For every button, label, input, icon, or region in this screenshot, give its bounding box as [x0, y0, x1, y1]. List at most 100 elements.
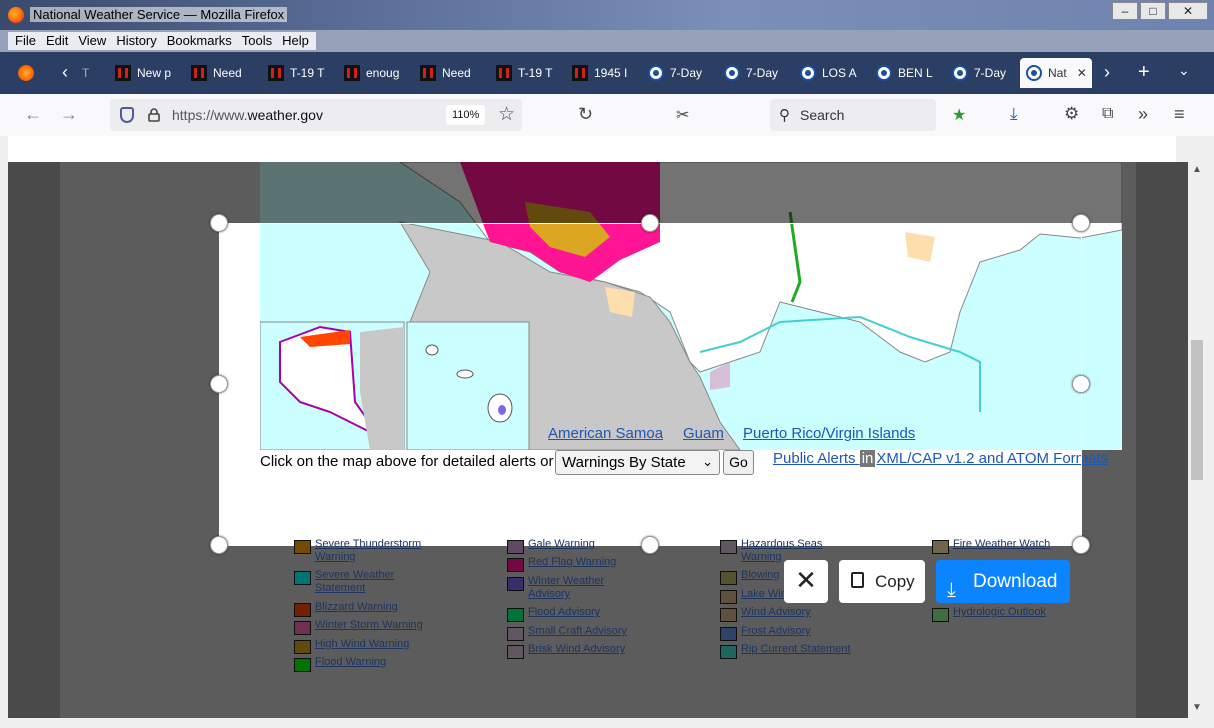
- menu-bookmarks[interactable]: Bookmarks: [162, 32, 237, 50]
- overflow-chevrons-icon[interactable]: »: [1138, 104, 1148, 125]
- screenshot-selection-box[interactable]: [219, 223, 1082, 546]
- tab-label: T-19 T: [290, 66, 325, 80]
- firefox-window: National Weather Service — Mozilla Firef…: [0, 0, 1214, 728]
- nws-favicon-icon: [952, 65, 968, 81]
- resize-handle-top-left[interactable]: [210, 214, 228, 232]
- legend-item[interactable]: Flood Warning: [294, 656, 435, 672]
- tab-item[interactable]: T: [82, 58, 100, 88]
- tab-label: 7-Day: [670, 66, 703, 80]
- window-close-button[interactable]: ✕: [1168, 2, 1208, 20]
- tab-item[interactable]: 7-Day: [648, 58, 708, 88]
- firefox-view-icon[interactable]: [18, 64, 34, 82]
- tab-item[interactable]: T-19 T: [496, 58, 556, 88]
- scrollbar-thumb[interactable]: [1191, 340, 1203, 480]
- tab-bar: ‹ T New p Need T-19 T enoug Need T-19 T …: [0, 52, 1214, 94]
- url-bar[interactable]: https://www.weather.gov 110% ☆: [110, 99, 522, 131]
- extensions-puzzle-icon[interactable]: ⧉: [1102, 105, 1113, 123]
- tab-item[interactable]: BEN L: [876, 58, 936, 88]
- legend-swatch: [507, 577, 524, 591]
- tab-item[interactable]: 7-Day: [724, 58, 784, 88]
- hamburger-menu-icon[interactable]: ≡: [1174, 104, 1185, 125]
- lock-icon[interactable]: [148, 108, 160, 122]
- menu-view[interactable]: View: [73, 32, 111, 50]
- forward-icon[interactable]: →: [60, 104, 78, 125]
- menu-help[interactable]: Help: [277, 32, 314, 50]
- nws-favicon-icon: [724, 65, 740, 81]
- legend-item[interactable]: Brisk Wind Advisory: [507, 643, 648, 659]
- legend-item[interactable]: Blizzard Warning: [294, 601, 435, 617]
- tab-item-active[interactable]: Nat ✕: [1020, 58, 1092, 88]
- resize-handle-top[interactable]: [641, 214, 659, 232]
- menu-tools[interactable]: Tools: [237, 32, 277, 50]
- legend-item[interactable]: Severe Thunderstorm Warning: [294, 538, 435, 564]
- minimize-button[interactable]: –: [1112, 2, 1138, 20]
- search-bar[interactable]: ⚲ Search: [770, 99, 936, 131]
- vertical-scrollbar[interactable]: ▲ ▼: [1188, 162, 1206, 718]
- bookmark-star-icon[interactable]: ☆: [498, 103, 515, 126]
- copy-label: Copy: [875, 572, 915, 591]
- tab-item[interactable]: Need: [420, 58, 480, 88]
- nws-favicon-icon: [876, 65, 892, 81]
- resize-handle-left[interactable]: [210, 375, 228, 393]
- extension-star-icon[interactable]: ★: [952, 105, 966, 125]
- legend-item[interactable]: Fire Weather Watch: [932, 538, 1073, 554]
- tab-scroll-left-icon[interactable]: ‹: [62, 62, 68, 83]
- tab-scroll-right-icon[interactable]: ›: [1104, 62, 1110, 83]
- legend-swatch: [720, 627, 737, 641]
- scroll-down-icon[interactable]: ▼: [1192, 702, 1202, 713]
- list-tabs-icon[interactable]: ⌄: [1178, 62, 1190, 79]
- tab-label: enoug: [366, 66, 400, 80]
- resize-handle-right[interactable]: [1072, 375, 1090, 393]
- legend-label: Fire Weather Watch: [953, 538, 1051, 550]
- settings-gear-icon[interactable]: ⚙: [1064, 104, 1079, 124]
- tab-item[interactable]: 1945 I: [572, 58, 632, 88]
- tab-item[interactable]: 7-Day: [952, 58, 1012, 88]
- legend-swatch: [507, 645, 524, 659]
- tab-item[interactable]: Need: [191, 58, 251, 88]
- legend-item[interactable]: Wind Advisory: [720, 606, 861, 622]
- resize-handle-top-right[interactable]: [1072, 214, 1090, 232]
- screenshot-download-button[interactable]: ⤓ Download: [936, 560, 1070, 603]
- menu-file[interactable]: File: [10, 32, 41, 50]
- legend-item[interactable]: Gale Warning: [507, 538, 648, 554]
- tab-close-icon[interactable]: ✕: [1077, 66, 1087, 80]
- legend-label: Small Craft Advisory: [528, 625, 628, 637]
- ih-favicon-icon: [496, 65, 512, 81]
- ih-favicon-icon: [572, 65, 588, 81]
- reload-icon[interactable]: ↻: [578, 104, 593, 125]
- menu-history[interactable]: History: [111, 32, 161, 50]
- back-icon[interactable]: ←: [24, 104, 42, 125]
- downloads-icon[interactable]: ⤓: [1010, 104, 1018, 124]
- legend-item[interactable]: High Wind Warning: [294, 638, 435, 654]
- scroll-up-icon[interactable]: ▲: [1192, 164, 1202, 175]
- legend-item[interactable]: Flood Advisory: [507, 606, 648, 622]
- screenshot-copy-button[interactable]: Copy: [839, 560, 925, 603]
- page-top-strip: [8, 136, 1176, 162]
- tab-label: 7-Day: [974, 66, 1007, 80]
- legend-item[interactable]: Severe Weather Statement: [294, 569, 435, 595]
- legend-item[interactable]: Red Flag Warning: [507, 556, 648, 572]
- resize-handle-bottom-left[interactable]: [210, 536, 228, 554]
- screenshot-icon[interactable]: ✂: [676, 105, 689, 125]
- shield-icon[interactable]: [120, 107, 134, 123]
- legend-item[interactable]: Rip Current Statement: [720, 643, 861, 659]
- screenshot-close-button[interactable]: ✕: [784, 560, 828, 603]
- menu-edit[interactable]: Edit: [41, 32, 73, 50]
- url-text[interactable]: https://www.weather.gov: [172, 107, 323, 123]
- zoom-level-button[interactable]: 110%: [446, 105, 486, 125]
- ih-favicon-icon: [420, 65, 436, 81]
- download-icon: ⤓: [947, 579, 956, 601]
- legend-swatch: [932, 540, 949, 554]
- new-tab-icon[interactable]: +: [1138, 61, 1150, 84]
- legend-item[interactable]: Small Craft Advisory: [507, 625, 648, 641]
- legend-item[interactable]: Winter Storm Warning: [294, 619, 435, 635]
- tab-item[interactable]: New p: [115, 58, 179, 88]
- resize-handle-bottom-right[interactable]: [1072, 536, 1090, 554]
- tab-item[interactable]: T-19 T: [268, 58, 328, 88]
- legend-item[interactable]: Frost Advisory: [720, 625, 861, 641]
- legend-item[interactable]: Winter Weather Advisory: [507, 575, 648, 601]
- maximize-button[interactable]: □: [1140, 2, 1166, 20]
- tab-item[interactable]: LOS A: [800, 58, 860, 88]
- ih-favicon-icon: [191, 65, 207, 81]
- tab-item[interactable]: enoug: [344, 58, 404, 88]
